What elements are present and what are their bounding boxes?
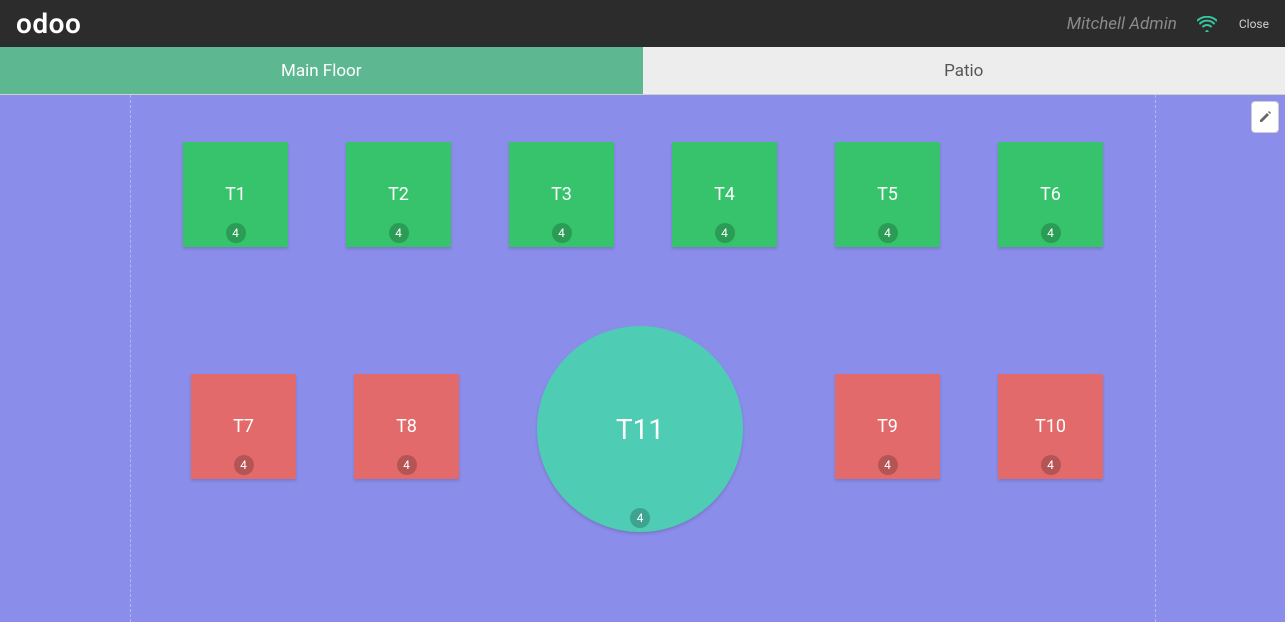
table-t1[interactable]: T1 4 <box>183 142 288 247</box>
seat-count-badge: 4 <box>226 223 246 243</box>
table-t11[interactable]: T11 4 <box>537 326 743 532</box>
grid-line <box>1155 95 1156 622</box>
seat-count-badge: 4 <box>1041 223 1061 243</box>
table-label: T1 <box>225 184 246 205</box>
seat-count-badge: 4 <box>1041 455 1061 475</box>
seat-count-badge: 4 <box>715 223 735 243</box>
close-button[interactable]: Close <box>1239 17 1269 31</box>
table-t7[interactable]: T7 4 <box>191 374 296 479</box>
table-t9[interactable]: T9 4 <box>835 374 940 479</box>
table-label: T10 <box>1035 416 1066 437</box>
floor-tabs: Main Floor Patio <box>0 47 1285 95</box>
table-label: T7 <box>233 416 254 437</box>
wifi-icon <box>1197 16 1217 32</box>
seat-count-badge: 4 <box>878 455 898 475</box>
table-t4[interactable]: T4 4 <box>672 142 777 247</box>
table-label: T9 <box>877 416 898 437</box>
seat-count-badge: 4 <box>397 455 417 475</box>
table-t10[interactable]: T10 4 <box>998 374 1103 479</box>
grid-line <box>130 95 131 622</box>
table-label: T8 <box>396 416 417 437</box>
pencil-icon <box>1258 110 1272 124</box>
seat-count-badge: 4 <box>878 223 898 243</box>
floor-tab-main-floor[interactable]: Main Floor <box>0 47 643 94</box>
floor-tab-patio[interactable]: Patio <box>643 47 1285 94</box>
seat-count-badge: 4 <box>389 223 409 243</box>
seat-count-badge: 4 <box>552 223 572 243</box>
seat-count-badge: 4 <box>630 508 650 528</box>
username-label[interactable]: Mitchell Admin <box>1067 14 1177 34</box>
table-label: T5 <box>877 184 898 205</box>
app-header: odoo Mitchell Admin Close <box>0 0 1285 47</box>
table-t2[interactable]: T2 4 <box>346 142 451 247</box>
table-label: T3 <box>551 184 572 205</box>
logo: odoo <box>16 7 81 40</box>
table-t8[interactable]: T8 4 <box>354 374 459 479</box>
table-t5[interactable]: T5 4 <box>835 142 940 247</box>
edit-floor-button[interactable] <box>1251 101 1279 133</box>
table-label: T11 <box>616 413 664 446</box>
floor-plan-canvas: T1 4 T2 4 T3 4 T4 4 T5 4 T6 4 T7 4 T8 4 T11 4 T9 4 T10 4 <box>0 95 1285 622</box>
logo-text: odoo <box>16 7 81 40</box>
table-t6[interactable]: T6 4 <box>998 142 1103 247</box>
seat-count-badge: 4 <box>234 455 254 475</box>
table-label: T6 <box>1040 184 1061 205</box>
table-t3[interactable]: T3 4 <box>509 142 614 247</box>
table-label: T4 <box>714 184 735 205</box>
table-label: T2 <box>388 184 409 205</box>
